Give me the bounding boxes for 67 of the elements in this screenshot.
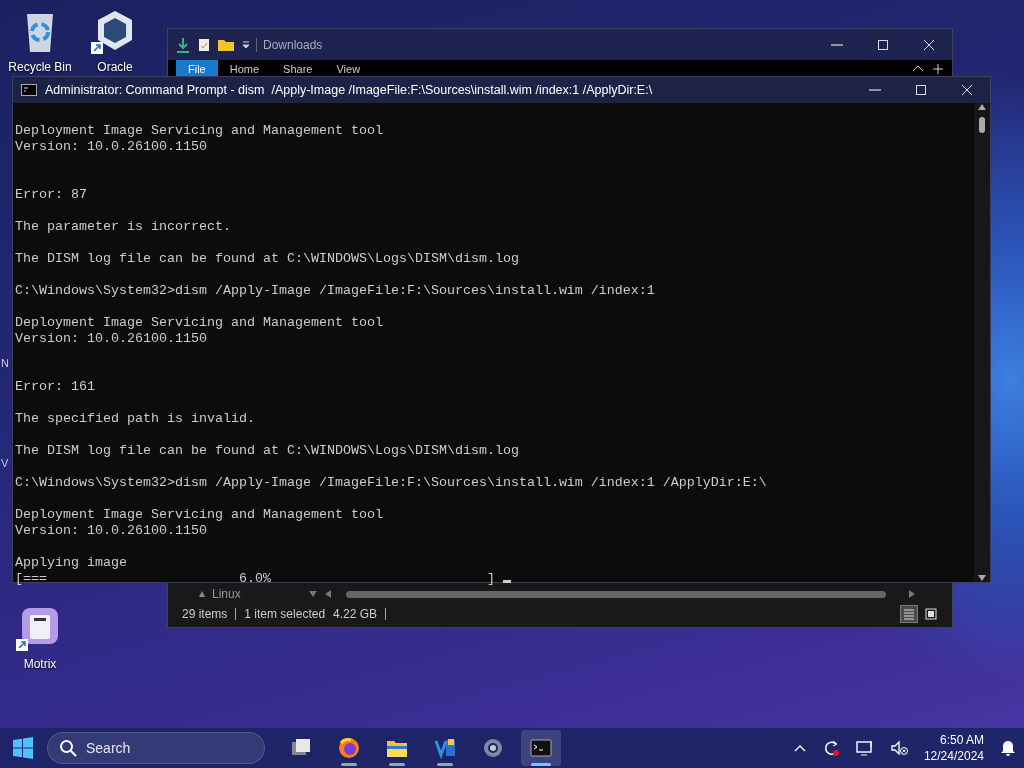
console-line: The DISM log file can be found at C:\WINDOWS\Logs\DISM\dism.log bbox=[15, 251, 519, 266]
console-line: Error: 161 bbox=[15, 379, 95, 394]
collapse-ribbon-icon[interactable] bbox=[912, 63, 924, 73]
nav-item[interactable]: Linux bbox=[212, 585, 302, 603]
download-icon[interactable] bbox=[176, 36, 190, 53]
console-icon bbox=[21, 84, 37, 96]
status-text: 1 item selected bbox=[244, 606, 326, 623]
tiles-icon bbox=[925, 608, 937, 620]
console-line: Deployment Image Servicing and Management tool bbox=[15, 123, 383, 138]
console-line: Deployment Image Servicing and Management tool bbox=[15, 507, 383, 522]
console-line: The parameter is incorrect. bbox=[15, 219, 231, 234]
muted-speaker-icon[interactable] bbox=[889, 739, 908, 757]
maximize-icon bbox=[914, 83, 928, 97]
desktop-icon-label[interactable]: Recycle Bin bbox=[8, 58, 72, 76]
clock[interactable]: 6:50 AM 12/24/2024 bbox=[923, 732, 984, 764]
tiles-view-button[interactable] bbox=[922, 605, 940, 623]
scroll-down-arrow-icon[interactable] bbox=[977, 574, 987, 582]
clock-time: 6:50 AM bbox=[939, 732, 984, 748]
console-line: Version: 10.0.26100.1150 bbox=[15, 139, 207, 154]
scroll-right-arrow-icon[interactable] bbox=[908, 589, 916, 599]
browser-icon bbox=[338, 737, 360, 759]
ribbon-tab[interactable]: View bbox=[324, 59, 373, 79]
dropdown-icon[interactable] bbox=[242, 40, 250, 49]
ribbon-tab[interactable]: Home bbox=[217, 59, 272, 79]
status-text: 29 items bbox=[182, 606, 228, 623]
app-icon bbox=[434, 737, 456, 759]
close-icon bbox=[922, 37, 936, 52]
console-line: Deployment Image Servicing and Management tool bbox=[15, 315, 383, 330]
window-title: Administrator: Command Prompt - dism /Apply-Image /ImageFile:F:\Sources\install.wim /index:1 /ApplyDir:E:\ bbox=[45, 81, 653, 99]
terminal-icon bbox=[530, 737, 552, 759]
window-title: Downloads bbox=[263, 36, 323, 54]
desktop-icon-label[interactable]: Oracle bbox=[97, 58, 133, 76]
minimize-icon bbox=[869, 89, 881, 91]
console-line: Version: 10.0.26100.1150 bbox=[15, 331, 207, 346]
scrollbar-thumb[interactable] bbox=[979, 117, 985, 133]
console-line: [=== 6.0% ] bbox=[15, 571, 495, 586]
console-line: Applying image bbox=[15, 555, 127, 570]
list-icon bbox=[903, 608, 915, 620]
console-line: C:\Windows\System32>dism /Apply-Image /ImageFile:F:\Sources\install.wim /index:1 /ApplyDir:E:\ bbox=[15, 475, 767, 490]
close-icon bbox=[960, 83, 974, 97]
minimize-icon bbox=[831, 43, 843, 46]
search-icon bbox=[59, 739, 77, 757]
desktop-label-fragment: N bbox=[1, 356, 9, 371]
windows-logo-icon bbox=[12, 737, 34, 759]
scroll-up-arrow-icon[interactable] bbox=[977, 103, 987, 111]
scroll-left-arrow-icon[interactable] bbox=[324, 589, 332, 599]
folder-icon[interactable] bbox=[218, 38, 234, 51]
plus-icon[interactable] bbox=[932, 63, 944, 75]
taskbar-app-button[interactable] bbox=[521, 730, 561, 766]
console-line: Version: 10.0.26100.1150 bbox=[15, 523, 207, 538]
status-text: 4.22 GB bbox=[333, 606, 378, 623]
properties-icon[interactable] bbox=[198, 37, 210, 52]
show-hidden-icons-chevron[interactable] bbox=[793, 743, 806, 753]
ribbon-tab[interactable]: Share bbox=[271, 59, 325, 79]
scrollbar-thumb[interactable] bbox=[346, 590, 886, 598]
maximize-icon bbox=[876, 37, 890, 52]
notification-bell-icon[interactable] bbox=[1000, 739, 1016, 757]
desktop-icon-label[interactable]: Motrix bbox=[23, 655, 57, 673]
text-cursor bbox=[502, 580, 511, 583]
desktop-label-fragment: V bbox=[1, 456, 9, 471]
clock-date: 12/24/2024 bbox=[923, 748, 984, 764]
settings-icon bbox=[482, 737, 504, 759]
console-line: Error: 87 bbox=[15, 187, 87, 202]
console-line: The DISM log file can be found at C:\WINDOWS\Logs\DISM\dism.log bbox=[15, 443, 519, 458]
scroll-down-arrow-icon[interactable] bbox=[308, 590, 318, 598]
console-line: The specified path is invalid. bbox=[15, 411, 255, 426]
console-line: C:\Windows\System32>dism /Apply-Image /ImageFile:F:\Sources\install.wim /index:1 bbox=[15, 283, 655, 298]
